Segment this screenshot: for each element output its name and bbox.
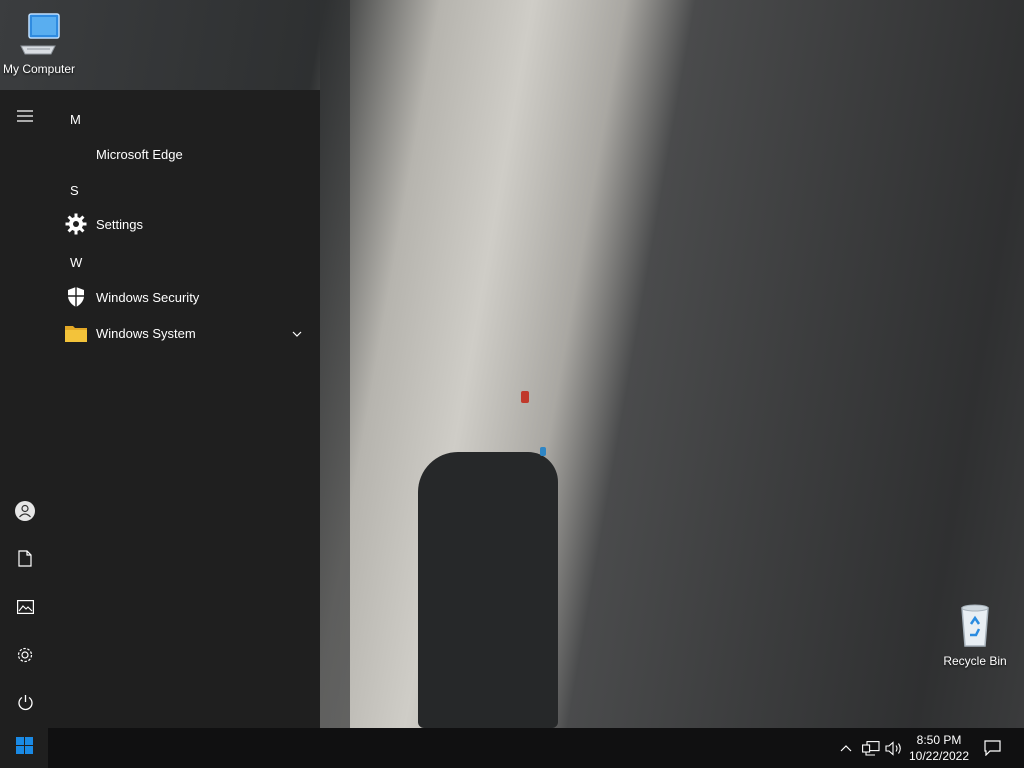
- edge-icon: [64, 142, 88, 166]
- app-label: Windows System: [96, 325, 196, 341]
- power-button[interactable]: [0, 681, 50, 729]
- start-rail: [0, 90, 50, 728]
- power-icon: [17, 694, 34, 716]
- app-label: Windows Security: [96, 289, 200, 305]
- app-label: Settings: [96, 216, 143, 232]
- account-button[interactable]: [0, 489, 50, 537]
- wallpaper-shadow: [320, 0, 350, 728]
- folder-icon: [64, 321, 88, 345]
- chevron-down-icon[interactable]: [292, 325, 302, 340]
- network-icon[interactable]: [861, 738, 881, 758]
- settings-button[interactable]: [0, 633, 50, 681]
- app-microsoft-edge[interactable]: Microsoft Edge: [50, 137, 320, 171]
- desktop-icon-label: Recycle Bin: [943, 654, 1007, 668]
- recycle-bin-icon: [951, 602, 999, 650]
- start-button[interactable]: [0, 728, 48, 768]
- wallpaper-climber-blue: [540, 447, 546, 456]
- desktop-icon-recycle-bin[interactable]: Recycle Bin: [933, 602, 1017, 668]
- wallpaper-climber-red: [521, 391, 529, 403]
- group-letter-s[interactable]: S: [70, 183, 79, 198]
- clock-date: 10/22/2022: [908, 749, 970, 763]
- taskbar: 8:50 PM 10/22/2022: [0, 728, 1024, 768]
- documents-icon: [18, 550, 32, 572]
- user-icon: [14, 500, 36, 527]
- system-clock[interactable]: 8:50 PM 10/22/2022: [906, 732, 972, 764]
- start-menu: M Microsoft Edge S Settings W Windows Se…: [0, 90, 320, 728]
- action-center-icon[interactable]: [980, 736, 1004, 760]
- settings-icon: [16, 646, 34, 669]
- app-label: Microsoft Edge: [96, 146, 183, 162]
- shield-icon: [64, 285, 88, 309]
- desktop-icon-label: My Computer: [2, 62, 76, 76]
- app-windows-system[interactable]: Windows System: [50, 316, 320, 350]
- volume-icon[interactable]: [884, 738, 904, 758]
- hamburger-icon: [17, 109, 33, 127]
- app-settings[interactable]: Settings: [50, 207, 320, 241]
- computer-icon: [15, 10, 63, 58]
- documents-button[interactable]: [0, 537, 50, 585]
- wallpaper-rock: [418, 452, 558, 728]
- pictures-button[interactable]: [0, 585, 50, 633]
- windows-logo-icon: [15, 737, 33, 759]
- clock-time: 8:50 PM: [916, 733, 962, 747]
- desktop-icon-my-computer[interactable]: My Computer: [0, 10, 81, 76]
- chevron-up-icon[interactable]: [836, 738, 856, 758]
- group-letter-w[interactable]: W: [70, 255, 82, 270]
- pictures-icon: [16, 599, 34, 619]
- group-letter-m[interactable]: M: [70, 112, 81, 127]
- expand-menu-button[interactable]: [0, 94, 50, 142]
- app-windows-security[interactable]: Windows Security: [50, 280, 320, 314]
- gear-icon: [64, 212, 88, 236]
